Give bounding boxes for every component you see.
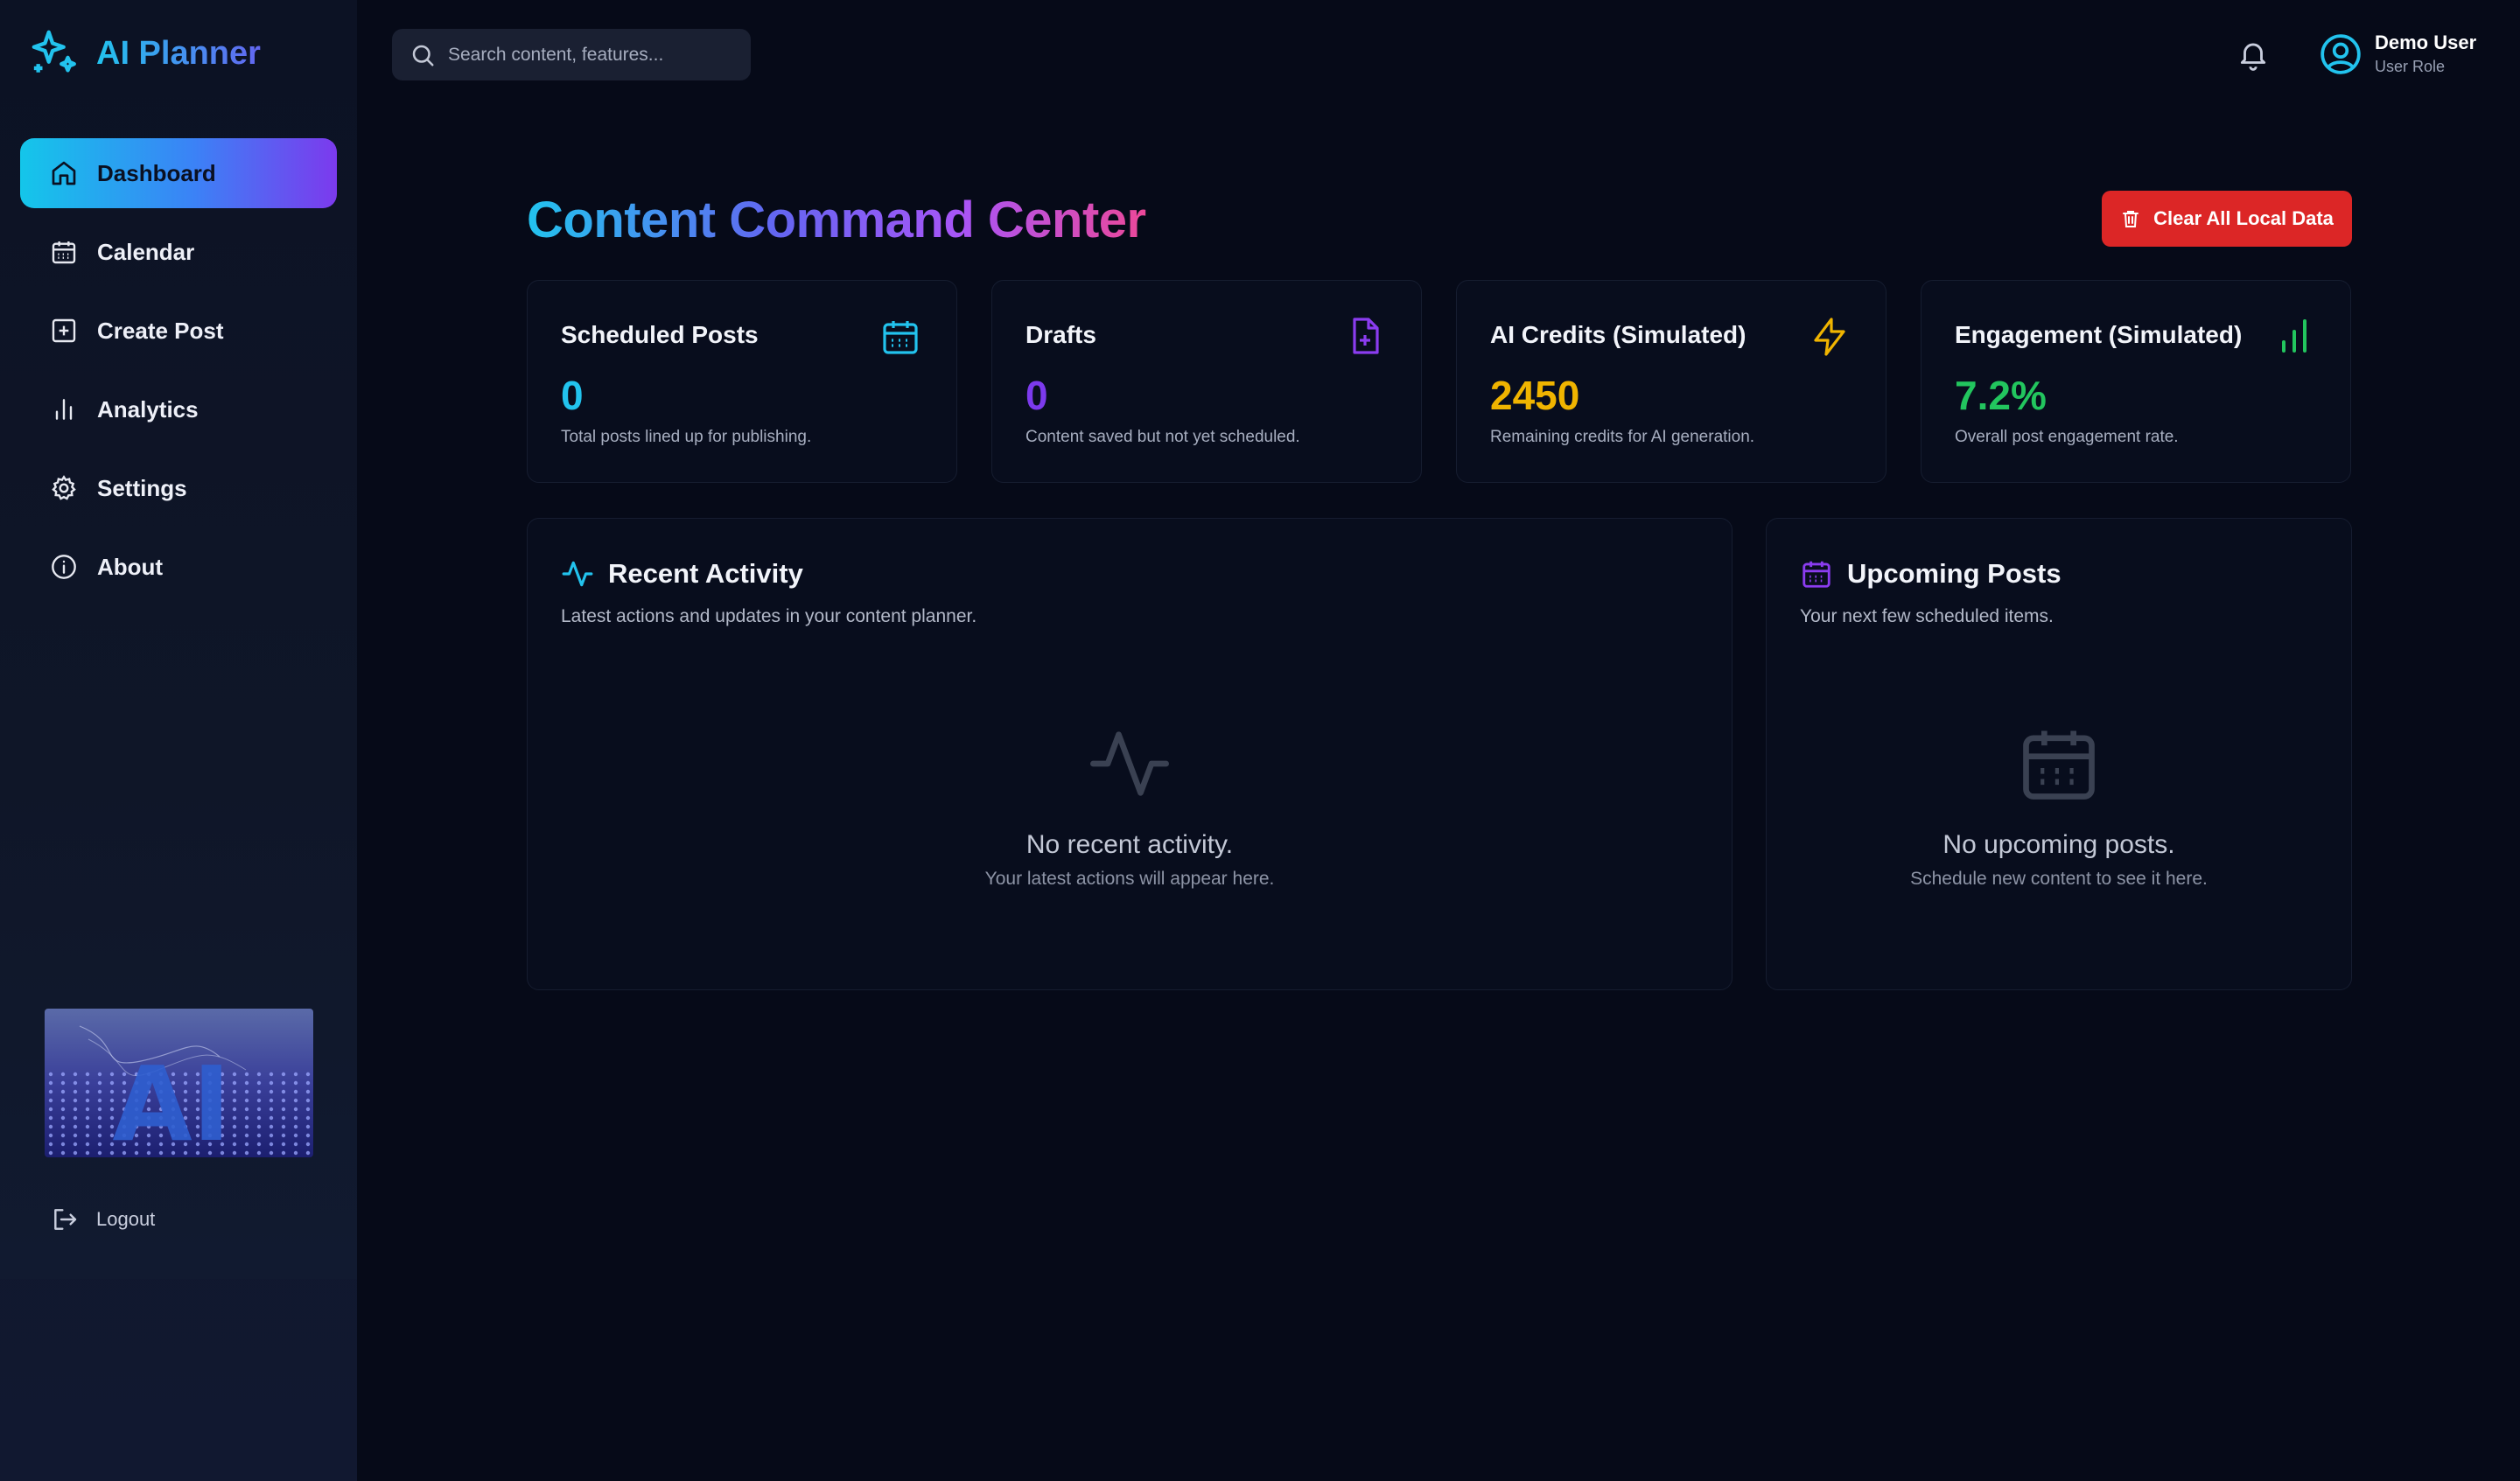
calendar-icon: [883, 321, 918, 354]
sidebar-item-label: Settings: [97, 474, 187, 501]
user-role: User Role: [2375, 58, 2446, 75]
stat-description: Content saved but not yet scheduled.: [1026, 428, 1300, 446]
plus-square-icon: [52, 318, 76, 343]
svg-text:AI: AI: [112, 1044, 230, 1157]
empty-subtitle: Schedule new content to see it here.: [1910, 869, 2208, 889]
sidebar-nav: Dashboard Calendar Create Post Analytics…: [20, 138, 337, 611]
stat-value: 0: [1026, 373, 1048, 418]
search-placeholder: Search content, features...: [448, 44, 664, 65]
ai-illustration: AI: [45, 1009, 313, 1157]
sidebar-item-label: Create Post: [97, 317, 224, 344]
panel-subtitle: Latest actions and updates in your conte…: [561, 606, 977, 626]
sidebar-item-create-post[interactable]: Create Post: [20, 296, 337, 366]
stat-value: 2450: [1490, 373, 1580, 418]
sidebar-item-analytics[interactable]: Analytics: [20, 374, 337, 444]
panel-title: Upcoming Posts: [1800, 557, 2062, 590]
upcoming-posts-panel: Upcoming Posts Your next few scheduled i…: [1766, 518, 2352, 990]
stat-value: 7.2%: [1955, 373, 2047, 418]
clear-data-button[interactable]: Clear All Local Data: [2102, 191, 2352, 247]
stat-title: Drafts: [1026, 321, 1096, 348]
bell-icon[interactable]: [2236, 38, 2270, 71]
sidebar-item-dashboard[interactable]: Dashboard: [20, 138, 337, 208]
empty-state: No upcoming posts. Schedule new content …: [1767, 720, 2351, 890]
gear-icon: [52, 475, 76, 500]
clear-data-label: Clear All Local Data: [2153, 207, 2334, 229]
calendar-icon: [2023, 730, 2095, 800]
empty-state: No recent activity. Your latest actions …: [528, 720, 1732, 890]
info-icon: [52, 555, 76, 579]
empty-title: No recent activity.: [1026, 830, 1234, 859]
stat-description: Total posts lined up for publishing.: [561, 428, 812, 446]
stat-value: 0: [561, 373, 584, 418]
user-menu[interactable]: Demo User User Role: [2319, 31, 2476, 76]
sidebar-item-label: Calendar: [97, 238, 195, 265]
logout-button[interactable]: Logout: [51, 1205, 155, 1233]
sidebar-item-about[interactable]: About: [20, 532, 337, 602]
sidebar-item-settings[interactable]: Settings: [20, 453, 337, 523]
sidebar: AI Planner Dashboard Calendar Create Pos…: [0, 0, 357, 1481]
sidebar-panel: AI Planner Dashboard Calendar Create Pos…: [0, 0, 357, 1279]
stat-card-engagement: Engagement (Simulated) 7.2% Overall post…: [1921, 280, 2351, 483]
sidebar-item-label: Analytics: [97, 395, 199, 423]
calendar-icon: [1802, 561, 1830, 588]
empty-title: No upcoming posts.: [1942, 830, 2175, 859]
panel-subtitle: Your next few scheduled items.: [1800, 606, 2054, 626]
sidebar-item-label: About: [97, 553, 164, 580]
file-plus-icon: [1353, 318, 1379, 354]
user-avatar-icon: [2320, 33, 2361, 74]
empty-subtitle: Your latest actions will appear here.: [984, 869, 1275, 889]
signal-bars-icon: [2282, 319, 2306, 353]
stat-card-scheduled: Scheduled Posts 0 Total posts lined up f…: [527, 280, 957, 483]
bar-chart-icon: [55, 399, 73, 420]
trash-icon: [2123, 211, 2139, 227]
recent-activity-panel: Recent Activity Latest actions and updat…: [527, 518, 1732, 990]
activity-icon: [1090, 731, 1169, 796]
calendar-icon: [52, 241, 76, 264]
stat-card-ai-credits: AI Credits (Simulated) 2450 Remaining cr…: [1456, 280, 1886, 483]
search-icon: [412, 45, 434, 66]
sidebar-item-label: Dashboard: [97, 159, 216, 186]
stat-description: Overall post engagement rate.: [1955, 428, 2179, 446]
brand[interactable]: AI Planner: [30, 28, 261, 79]
search-input[interactable]: Search content, features...: [392, 29, 751, 80]
stat-title: Scheduled Posts: [561, 321, 759, 348]
stat-description: Remaining credits for AI generation.: [1490, 428, 1755, 446]
activity-icon: [562, 561, 593, 587]
logout-icon: [54, 1209, 77, 1230]
sidebar-item-calendar[interactable]: Calendar: [20, 217, 337, 287]
lightning-icon: [1814, 318, 1845, 356]
user-name: Demo User: [2375, 31, 2477, 53]
stat-title: AI Credits (Simulated): [1490, 321, 1746, 348]
page-title: Content Command Center: [527, 192, 1146, 248]
sparkles-icon: [32, 30, 76, 73]
brand-name: AI Planner: [96, 34, 261, 72]
stat-card-drafts: Drafts 0 Content saved but not yet sched…: [991, 280, 1422, 483]
stat-title: Engagement (Simulated): [1955, 321, 2243, 348]
panel-title: Recent Activity: [561, 557, 803, 590]
home-icon: [52, 161, 76, 185]
logout-label: Logout: [96, 1208, 156, 1230]
